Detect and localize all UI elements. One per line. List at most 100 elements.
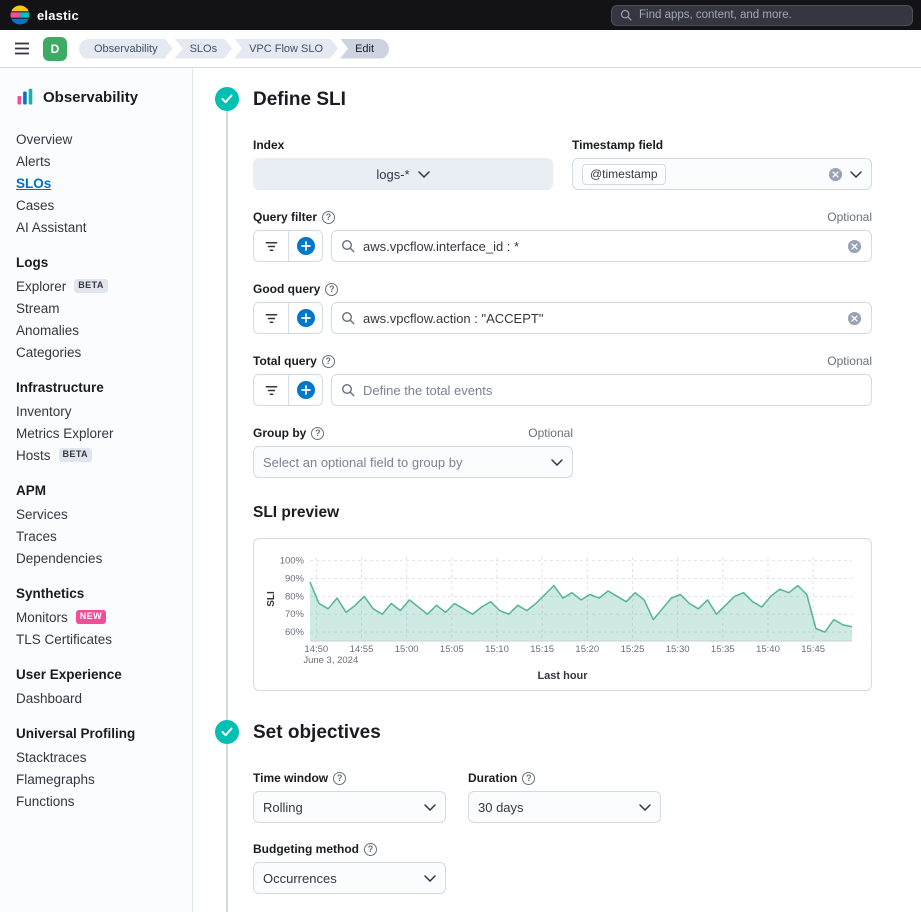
group-by-optional: Optional [528,426,573,440]
sidebar-item-label: Anomalies [16,323,79,338]
sidebar-section-universal-profiling: Universal Profiling [16,726,182,741]
help-icon[interactable] [322,211,335,224]
sidebar-item-label: Cases [16,198,54,213]
total-query-input[interactable] [363,383,862,398]
search-icon [341,383,355,397]
add-filter-button[interactable] [288,375,322,405]
index-label: Index [253,138,553,152]
duration-select[interactable]: 30 days [468,791,661,823]
breadcrumb-slos[interactable]: SLOs [175,39,233,59]
breadcrumb-vpc-flow-slo[interactable]: VPC Flow SLO [234,39,338,59]
plus-icon [297,309,315,327]
help-icon[interactable] [333,772,346,785]
sidebar-item-slos[interactable]: SLOs [16,172,182,194]
svg-text:60%: 60% [285,627,305,638]
sidebar-item-monitors[interactable]: MonitorsNEW [16,606,182,628]
svg-text:14:50: 14:50 [304,644,328,655]
help-icon[interactable] [311,427,324,440]
group-by-select[interactable]: Select an optional field to group by [253,446,573,478]
sli-chart-svg: 14:50June 3, 202414:5515:0015:0515:1015:… [262,549,862,667]
main-content: Define SLI Index logs-* [193,68,921,912]
query-filter-optional: Optional [827,210,872,224]
breadcrumb-edit[interactable]: Edit [340,39,389,59]
good-query-input[interactable] [363,311,839,326]
sidebar-item-stream[interactable]: Stream [16,297,182,319]
sidebar: Observability OverviewAlertsSLOsCasesAI … [0,68,193,912]
sidebar-item-functions[interactable]: Functions [16,790,182,812]
good-query-clear-icon[interactable] [847,311,862,326]
sidebar-item-alerts[interactable]: Alerts [16,150,182,172]
sidebar-item-tls-certificates[interactable]: TLS Certificates [16,628,182,650]
chevron-down-icon [418,171,430,178]
query-filter-input[interactable] [363,239,839,254]
help-icon[interactable] [322,355,335,368]
breadcrumb-observability[interactable]: Observability [79,39,173,59]
svg-text:90%: 90% [285,573,305,584]
help-icon[interactable] [325,283,338,296]
budgeting-method-select[interactable]: Occurrences [253,862,446,894]
sidebar-item-hosts[interactable]: HostsBETA [16,444,182,466]
filter-button[interactable] [254,303,288,333]
menu-icon[interactable] [11,38,33,60]
sidebar-item-stacktraces[interactable]: Stacktraces [16,746,182,768]
sidebar-section-apm: APM [16,483,182,498]
check-icon [221,727,233,737]
svg-text:June 3, 2024: June 3, 2024 [303,655,358,666]
sidebar-item-label: TLS Certificates [16,632,112,647]
sidebar-item-cases[interactable]: Cases [16,194,182,216]
sli-preview-chart-panel: 14:50June 3, 202414:5515:0015:0515:1015:… [253,538,872,691]
sidebar-item-dashboard[interactable]: Dashboard [16,687,182,709]
kibana-app: elastic Find apps, content, and more. D … [0,0,921,912]
budgeting-method-value: Occurrences [263,871,337,886]
query-filter-clear-icon[interactable] [847,239,862,254]
sidebar-nav: OverviewAlertsSLOsCasesAI AssistantLogsE… [16,128,182,812]
good-query-searchbar [331,302,872,334]
badge-beta: BETA [59,448,92,462]
sidebar-item-metrics-explorer[interactable]: Metrics Explorer [16,422,182,444]
elastic-logo-icon [10,5,30,25]
sidebar-item-label: Stream [16,301,60,316]
timestamp-combobox[interactable]: @timestamp [572,158,872,190]
sidebar-item-traces[interactable]: Traces [16,525,182,547]
search-icon [341,239,355,253]
sidebar-item-flamegraphs[interactable]: Flamegraphs [16,768,182,790]
sidebar-item-dependencies[interactable]: Dependencies [16,547,182,569]
sidebar-item-overview[interactable]: Overview [16,128,182,150]
global-search-input[interactable]: Find apps, content, and more. [611,5,913,26]
sidebar-item-label: Stacktraces [16,750,87,765]
sidebar-item-services[interactable]: Services [16,503,182,525]
help-icon[interactable] [364,843,377,856]
timestamp-label: Timestamp field [572,138,872,152]
total-query-optional: Optional [827,354,872,368]
add-filter-button[interactable] [288,303,322,333]
timestamp-value-badge[interactable]: @timestamp [582,164,666,185]
breadcrumb-bar: D ObservabilitySLOsVPC Flow SLOEdit [0,30,921,68]
space-avatar[interactable]: D [43,37,67,61]
help-icon[interactable] [522,772,535,785]
index-select-value: logs-* [376,167,409,182]
index-select[interactable]: logs-* [253,158,553,190]
check-icon [221,94,233,104]
sidebar-item-anomalies[interactable]: Anomalies [16,319,182,341]
svg-text:100%: 100% [280,556,305,567]
group-by-placeholder: Select an optional field to group by [263,455,462,470]
sidebar-item-label: Dependencies [16,551,102,566]
timestamp-clear-icon[interactable] [828,167,843,182]
chevron-down-icon[interactable] [850,171,862,178]
filter-icon [264,311,279,326]
sidebar-item-ai-assistant[interactable]: AI Assistant [16,216,182,238]
svg-text:15:30: 15:30 [666,644,690,655]
sidebar-item-inventory[interactable]: Inventory [16,400,182,422]
query-filter-buttons [253,230,323,262]
add-filter-button[interactable] [288,231,322,261]
sidebar-item-categories[interactable]: Categories [16,341,182,363]
filter-icon [264,239,279,254]
sidebar-item-explorer[interactable]: ExplorerBETA [16,275,182,297]
svg-text:15:20: 15:20 [575,644,599,655]
duration-value: 30 days [478,800,524,815]
elastic-logo-group[interactable]: elastic [8,5,79,25]
time-window-select[interactable]: Rolling [253,791,446,823]
filter-button[interactable] [254,375,288,405]
sidebar-item-label: Alerts [16,154,51,169]
filter-button[interactable] [254,231,288,261]
